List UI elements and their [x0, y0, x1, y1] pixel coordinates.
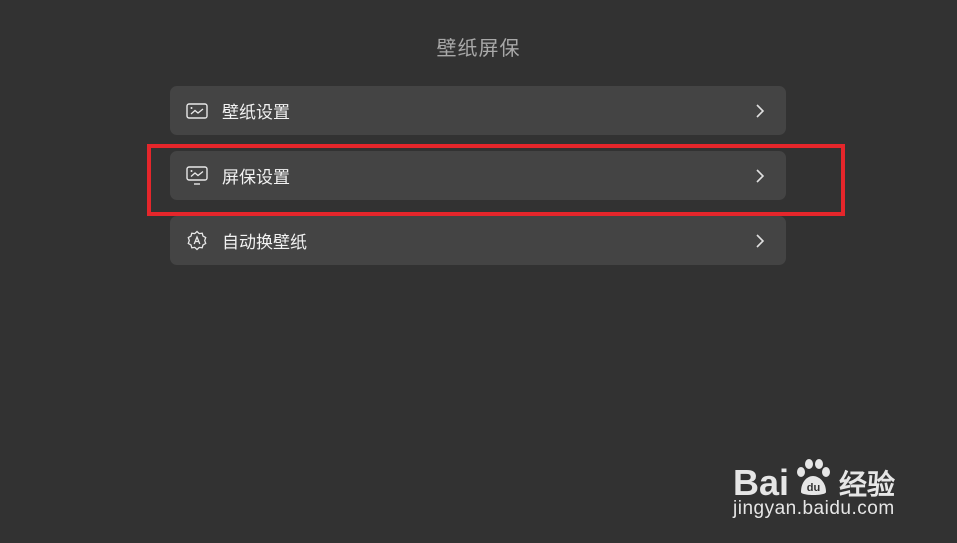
chevron-right-icon — [752, 233, 768, 249]
menu-item-label: 壁纸设置 — [222, 103, 290, 123]
menu-item-auto-change-wallpaper[interactable]: 自动换壁纸 — [170, 216, 786, 265]
menu-item-wallpaper-settings[interactable]: 壁纸设置 — [170, 86, 786, 135]
watermark-brand-right: du — [807, 482, 820, 494]
page-title: 壁纸屏保 — [436, 36, 521, 60]
chevron-right-icon — [752, 103, 768, 119]
watermark-url: jingyan.baidu.com — [733, 498, 895, 519]
menu-item-label: 自动换壁纸 — [222, 233, 307, 253]
highlight-annotation-box — [147, 144, 845, 216]
wallpaper-icon — [186, 100, 208, 122]
baidu-jingyan-watermark: Bai du 经验 jingyan.baidu.com — [733, 438, 923, 528]
watermark-brand-cn: 经验 — [839, 467, 896, 501]
auto-change-icon — [186, 230, 208, 252]
